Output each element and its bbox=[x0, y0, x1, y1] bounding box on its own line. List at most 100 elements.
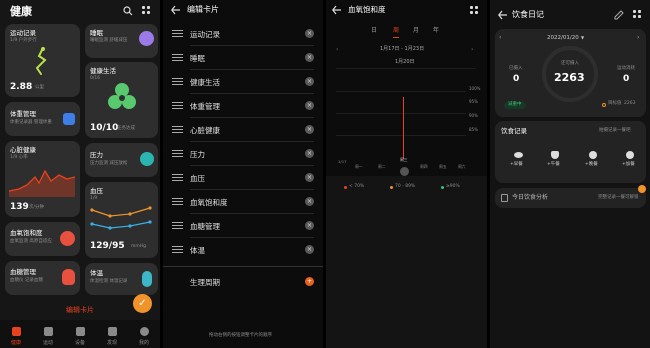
temperature-card[interactable]: 体温 体温检测 体温记录 bbox=[85, 263, 158, 295]
edit-cards-screen: 编辑卡片 运动记录 × 睡眠 × 健康生活 × 体重管理 × 心脏健康 × 压力 × 血压 ×… bbox=[163, 0, 323, 348]
analysis-hint: 完整记录一餐可解锁 bbox=[598, 195, 639, 200]
heart-card[interactable]: 心脏健康 1/9 心率 139 次/分钟 bbox=[5, 141, 80, 217]
weight-card[interactable]: 体重管理 体重记录器 管理体重 bbox=[5, 102, 80, 136]
health-home-screen: 健康 运动记录 1/9 户外步行 2.88 公里 睡眠 睡眠监测 舒缓减压 健康… bbox=[0, 0, 160, 348]
drag-handle-icon[interactable] bbox=[172, 246, 183, 253]
card-list-item[interactable]: 运动记录 × bbox=[163, 22, 323, 46]
add-icon[interactable]: + bbox=[305, 277, 314, 286]
drag-handle-icon[interactable] bbox=[172, 78, 183, 85]
remove-icon[interactable]: × bbox=[305, 173, 314, 182]
card-subtitle: 0/16 bbox=[90, 76, 101, 81]
meal-record-card: 饮食记录 拍摄记录一餐吧 +早餐 +午餐 +晚餐 +加餐 bbox=[495, 121, 646, 183]
lunch-icon[interactable] bbox=[551, 151, 559, 159]
hidden-card-item[interactable]: 生理周期 + bbox=[163, 270, 323, 294]
goal-badge[interactable]: 减重中 bbox=[504, 102, 526, 109]
drag-handle-icon[interactable] bbox=[172, 150, 183, 157]
tab-month[interactable]: 月 bbox=[413, 28, 419, 34]
back-arrow-icon[interactable] bbox=[171, 5, 181, 15]
card-list-item[interactable]: 血糖管理 × bbox=[163, 214, 323, 238]
remaining-value: 2263 bbox=[554, 71, 585, 84]
thermometer-icon bbox=[142, 271, 152, 287]
prev-week-icon[interactable]: ‹ bbox=[336, 47, 338, 53]
tab-year[interactable]: 年 bbox=[433, 28, 439, 34]
tab-devices[interactable]: 设备 bbox=[64, 327, 96, 346]
more-icon[interactable] bbox=[633, 10, 643, 20]
checkin-fab-icon[interactable]: ✓ bbox=[133, 294, 152, 313]
remove-icon[interactable]: × bbox=[305, 245, 314, 254]
card-list-item[interactable]: 健康生活 × bbox=[163, 70, 323, 94]
blood-pressure-card[interactable]: 血压 1/9 129/95 mmHg bbox=[85, 182, 158, 258]
edit-pencil-icon[interactable] bbox=[614, 10, 624, 20]
remove-icon[interactable]: × bbox=[305, 221, 314, 230]
item-label: 睡眠 bbox=[190, 54, 205, 63]
tab-discover[interactable]: 发现 bbox=[96, 327, 128, 346]
remove-icon[interactable]: × bbox=[305, 29, 314, 38]
next-day-icon[interactable]: › bbox=[637, 35, 639, 41]
card-list-item[interactable]: 血氧饱和度 × bbox=[163, 190, 323, 214]
more-icon[interactable] bbox=[470, 6, 480, 16]
card-list-item[interactable]: 血压 × bbox=[163, 166, 323, 190]
x-tick: 周一 bbox=[355, 164, 363, 169]
back-arrow-icon[interactable] bbox=[498, 10, 508, 20]
item-label: 运动记录 bbox=[190, 30, 220, 39]
remove-icon[interactable]: × bbox=[305, 125, 314, 134]
drag-handle-icon[interactable] bbox=[172, 126, 183, 133]
tab-week[interactable]: 周 bbox=[393, 28, 399, 34]
remove-icon[interactable]: × bbox=[305, 197, 314, 206]
meal-label[interactable]: +午餐 bbox=[547, 162, 560, 168]
tab-day[interactable]: 日 bbox=[371, 28, 377, 34]
scrubber-handle[interactable] bbox=[400, 167, 409, 176]
tab-health[interactable]: 健康 bbox=[0, 327, 32, 346]
meal-label[interactable]: +加餐 bbox=[622, 162, 635, 168]
glucose-card[interactable]: 血糖管理 血糖仪 记录血糖 bbox=[5, 261, 80, 295]
tab-exercise[interactable]: 运动 bbox=[32, 327, 64, 346]
drag-handle-icon[interactable] bbox=[172, 54, 183, 61]
breakfast-icon[interactable] bbox=[514, 152, 523, 158]
card-subtitle: 体温检测 体温记录 bbox=[90, 279, 128, 284]
sleep-card[interactable]: 睡眠 睡眠监测 舒缓减压 bbox=[85, 24, 158, 58]
exercise-card[interactable]: 运动记录 1/9 户外步行 2.88 公里 bbox=[5, 24, 80, 97]
meal-label[interactable]: +晚餐 bbox=[585, 162, 598, 168]
item-label: 体温 bbox=[190, 246, 205, 255]
snack-icon[interactable] bbox=[626, 151, 634, 159]
dinner-icon[interactable] bbox=[589, 151, 597, 159]
remove-icon[interactable]: × bbox=[305, 77, 314, 86]
spo2-card[interactable]: 血氧饱和度 血氧监测 高原自适应 bbox=[5, 222, 80, 256]
back-arrow-icon[interactable] bbox=[332, 5, 342, 15]
profile-tab-icon bbox=[139, 327, 149, 336]
chart-area[interactable] bbox=[336, 68, 476, 163]
date-selector[interactable]: 2022/01/20 bbox=[547, 35, 579, 42]
next-week-icon[interactable]: › bbox=[471, 47, 473, 53]
card-list-item[interactable]: 睡眠 × bbox=[163, 46, 323, 70]
chevron-down-icon[interactable]: ▼ bbox=[581, 36, 584, 40]
remove-icon[interactable]: × bbox=[305, 149, 314, 158]
diet-analysis-row[interactable]: 今日饮食分析 完整记录一餐可解锁 bbox=[495, 185, 646, 208]
tab-label: 运动 bbox=[42, 340, 53, 346]
card-list-item[interactable]: 体重管理 × bbox=[163, 94, 323, 118]
card-list-item[interactable]: 压力 × bbox=[163, 142, 323, 166]
spo2-icon bbox=[60, 231, 75, 246]
drag-handle-icon[interactable] bbox=[172, 30, 183, 37]
legend-label: < 70% bbox=[349, 184, 365, 189]
remove-icon[interactable]: × bbox=[305, 53, 314, 62]
healthy-living-card[interactable]: 健康生活 0/16 10/10 任务达成 bbox=[85, 62, 158, 138]
tab-me[interactable]: 我的 bbox=[128, 327, 160, 346]
edit-cards-link[interactable]: 编辑卡片 bbox=[66, 307, 94, 314]
search-icon[interactable] bbox=[123, 6, 133, 16]
drag-handle-icon[interactable] bbox=[172, 222, 183, 229]
card-list-item[interactable]: 体温 × bbox=[163, 238, 323, 262]
walking-route-icon bbox=[35, 47, 47, 75]
drag-handle-icon[interactable] bbox=[172, 198, 183, 205]
stress-card[interactable]: 压力 压力监测 减压放松 bbox=[85, 143, 158, 177]
drag-handle-icon[interactable] bbox=[172, 102, 183, 109]
selected-date: 1月20日 bbox=[395, 59, 415, 65]
more-icon[interactable] bbox=[142, 6, 152, 16]
meal-label[interactable]: +早餐 bbox=[510, 162, 523, 168]
glucose-drop-icon bbox=[62, 269, 75, 285]
drag-handle-icon[interactable] bbox=[172, 174, 183, 181]
prev-day-icon[interactable]: ‹ bbox=[499, 35, 501, 41]
card-list-item[interactable]: 心脏健康 × bbox=[163, 118, 323, 142]
record-hint[interactable]: 拍摄记录一餐吧 bbox=[599, 128, 631, 134]
remove-icon[interactable]: × bbox=[305, 101, 314, 110]
date-range[interactable]: 1月17日 - 1月23日 bbox=[380, 47, 424, 52]
